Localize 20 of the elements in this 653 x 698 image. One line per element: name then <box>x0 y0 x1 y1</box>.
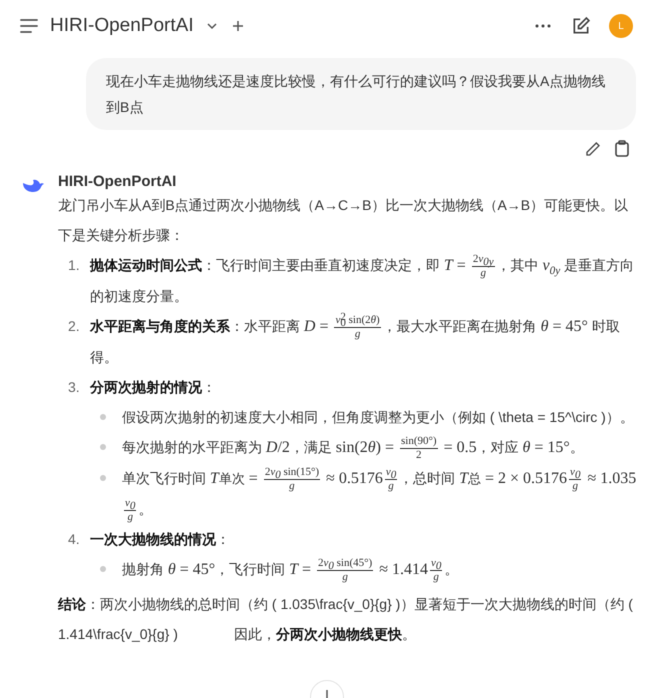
clipboard-icon[interactable] <box>613 138 631 159</box>
whale-icon <box>22 177 44 193</box>
bullet-dot <box>100 475 106 481</box>
step-number: 1. <box>68 256 81 275</box>
assistant-name: HIRI-OpenPortAI <box>58 173 178 190</box>
conclusion-text: 结论：两次小抛物线的总时间（约 ( 1.035\frac{v_0}{g} )）显著短于一次大抛物线的时间（约 ( 1.414\frac{v_0}{g} ) 因此，分两次小抛物线更快。 <box>58 595 634 644</box>
step-text: 分两次抛射的情况： <box>90 378 217 397</box>
answer-intro: 龙门吊小车从A到B点通过两次小抛物线（A→C→B）比一次大抛物线（A→B）可能更快。以下是关键分析步骤： <box>58 196 630 245</box>
step-number: 4. <box>68 530 81 549</box>
user-message: 现在小车走抛物线还是速度比较慢，有什么可行的建议吗？假设我要从A点抛物线到B点 <box>86 58 636 130</box>
bullet-dot <box>100 414 106 420</box>
bullet-dot <box>100 444 106 450</box>
step-number: 2. <box>68 317 81 336</box>
bullet-text: 假设两次抛射的初速度大小相同，但角度调整为更小（例如 ( \theta = 15^\circ )）。 <box>122 408 635 427</box>
more-icon[interactable] <box>533 22 553 30</box>
step-number: 3. <box>68 378 81 397</box>
bullet-dot <box>100 566 106 572</box>
step-text: 一次大抛物线的情况： <box>90 530 231 549</box>
model-title[interactable]: HIRI-OpenPortAI <box>50 15 194 37</box>
menu-icon[interactable] <box>18 17 40 35</box>
